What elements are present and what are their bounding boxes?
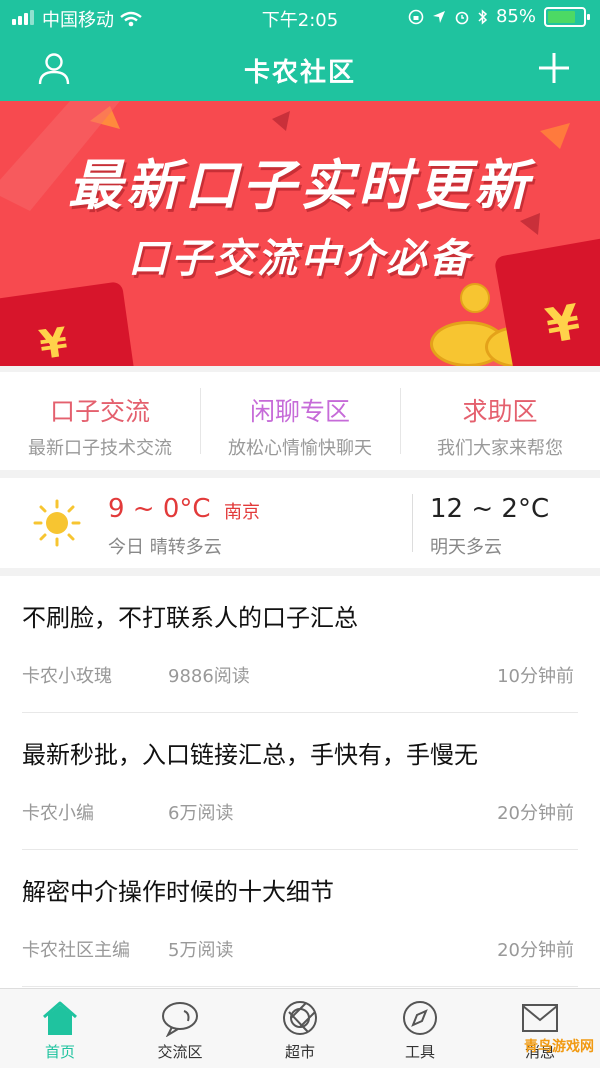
section-subtitle: 最新口子技术交流 xyxy=(28,438,172,459)
banner-subheadline: 口子交流中介必备 xyxy=(128,236,472,282)
section-title: 口子交流 xyxy=(49,397,150,426)
tab-market[interactable]: 超市 xyxy=(240,989,360,1068)
post-author: 卡农社区主编 xyxy=(22,940,130,961)
battery-icon xyxy=(544,6,590,27)
weather-card[interactable]: 9 ~ 0°C 南京 今日 晴转多云 12 ~ 2°C 明天多云 xyxy=(0,478,600,568)
alarm-icon xyxy=(455,11,469,24)
city-label: 南京 xyxy=(224,502,260,523)
chat-icon xyxy=(162,1002,198,1037)
post-author: 卡农小玫瑰 xyxy=(22,666,112,687)
post-title: 解密中介操作时候的十大细节 xyxy=(22,878,334,906)
bluetooth-icon xyxy=(478,8,488,25)
post-time: 10分钟前 xyxy=(497,666,574,687)
post-item[interactable]: 最新秒批，入口链接汇总，手快有，手慢无 卡农小编 6万阅读 20分钟前 xyxy=(0,713,600,850)
tab-home[interactable]: 首页 xyxy=(0,989,120,1068)
add-icon[interactable] xyxy=(536,50,572,86)
post-feed: 不刷脸，不打联系人的口子汇总 卡农小玫瑰 9886阅读 10分钟前 最新秒批，入… xyxy=(0,576,600,988)
section-shortcuts: 口子交流 最新口子技术交流 闲聊专区 放松心情愉快聊天 求助区 我们大家来帮您 xyxy=(0,372,600,470)
post-item[interactable]: 解密中介操作时候的十大细节 卡农社区主编 5万阅读 20分钟前 xyxy=(0,850,600,987)
section-chat[interactable]: 闲聊专区 放松心情愉快聊天 xyxy=(200,372,400,470)
watermark: 青鸟游戏网 xyxy=(524,1039,594,1055)
compass-icon xyxy=(403,1001,437,1035)
post-title: 不刷脸，不打联系人的口子汇总 xyxy=(22,604,358,632)
today-temperature: 9 ~ 0°C xyxy=(108,494,211,524)
tab-exchange[interactable]: 交流区 xyxy=(120,989,240,1068)
divider xyxy=(22,986,578,987)
market-icon xyxy=(283,1001,317,1035)
post-views: 5万阅读 xyxy=(168,940,234,961)
post-author: 卡农小编 xyxy=(22,803,94,824)
today-description: 今日 晴转多云 xyxy=(108,537,222,558)
tab-tools[interactable]: 工具 xyxy=(360,989,480,1068)
tab-label: 超市 xyxy=(284,1043,315,1061)
post-views: 6万阅读 xyxy=(168,803,234,824)
location-icon xyxy=(432,10,445,23)
post-title: 最新秒批，入口链接汇总，手快有，手慢无 xyxy=(22,741,478,769)
mail-icon xyxy=(522,1004,558,1032)
nav-bar: 卡农社区 xyxy=(0,34,600,101)
banner-headline: 最新口子实时更新 xyxy=(68,154,532,217)
section-help[interactable]: 求助区 我们大家来帮您 xyxy=(400,372,600,470)
post-views: 9886阅读 xyxy=(168,666,250,687)
section-exchange[interactable]: 口子交流 最新口子技术交流 xyxy=(0,372,200,470)
sun-icon xyxy=(33,499,81,547)
home-icon xyxy=(43,1001,77,1035)
section-title: 闲聊专区 xyxy=(249,397,350,426)
tab-label: 首页 xyxy=(44,1043,75,1061)
tab-messages[interactable]: 消息 xyxy=(480,989,600,1068)
tomorrow-temperature: 12 ~ 2°C xyxy=(430,494,550,524)
section-subtitle: 放松心情愉快聊天 xyxy=(228,438,372,459)
tab-label: 交流区 xyxy=(157,1043,203,1061)
section-subtitle: 我们大家来帮您 xyxy=(437,438,563,459)
page-title: 卡农社区 xyxy=(243,58,356,88)
tab-bar: 首页 交流区 超市 工具 消息 xyxy=(0,988,600,1068)
lock-rotation-icon xyxy=(408,9,424,24)
tab-label: 工具 xyxy=(404,1043,435,1061)
promo-banner[interactable]: ¥ ¥ 最新口子实时更新 口子交流中介必备 xyxy=(0,101,600,366)
post-item[interactable]: 不刷脸，不打联系人的口子汇总 卡农小玫瑰 9886阅读 10分钟前 xyxy=(0,576,600,713)
post-time: 20分钟前 xyxy=(497,940,574,961)
divider xyxy=(412,494,413,552)
post-time: 20分钟前 xyxy=(497,803,574,824)
section-title: 求助区 xyxy=(462,397,538,426)
status-bar: 中国移动 下午2:05 85% xyxy=(0,0,600,34)
top-bar: 中国移动 下午2:05 85% 卡农社区 xyxy=(0,0,600,101)
tomorrow-description: 明天多云 xyxy=(430,537,502,558)
battery-percent: 85% xyxy=(495,6,536,27)
